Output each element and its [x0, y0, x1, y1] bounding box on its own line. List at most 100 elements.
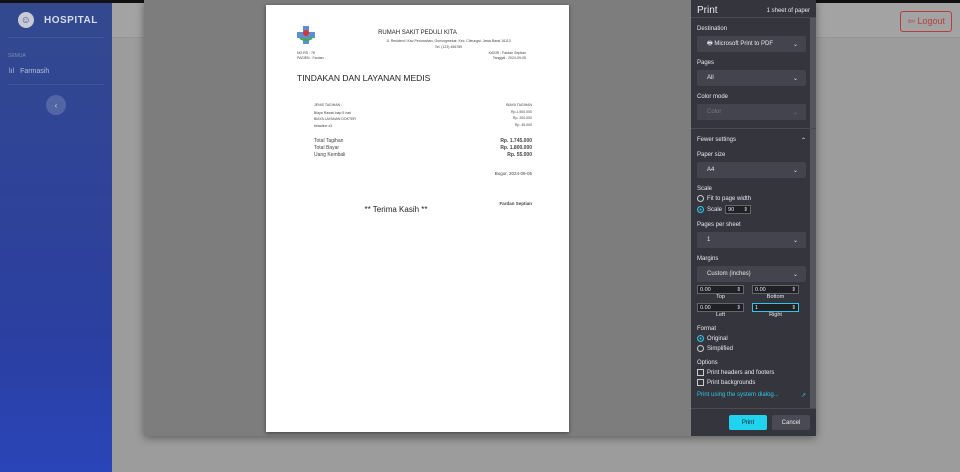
margin-value: 0.00 [700, 304, 711, 311]
receipt-title: TINDAKAN DAN LAYANAN MEDIS [297, 73, 431, 83]
radio-icon [697, 335, 704, 342]
kasir: KASIR : Fardan Septian [488, 51, 526, 55]
destination-label: Destination [697, 26, 728, 32]
system-dialog-label: Print using the system dialog... [697, 392, 779, 398]
options-label: Options [697, 360, 718, 366]
chart-icon: lıl [9, 68, 15, 75]
margin-right-input[interactable]: 1 ⇕ [752, 303, 799, 312]
brand: ☺ HOSPITAL [0, 3, 112, 28]
fit-to-width-radio[interactable]: Fit to page width [697, 195, 806, 202]
margin-left-input[interactable]: 0.00 ⇕ [697, 303, 744, 312]
margins-select[interactable]: Custom (inches) ⌄ [697, 266, 806, 282]
destination-select[interactable]: 🖶 Microsoft Print to PDF ⌄ [697, 36, 806, 52]
item-cost: Rp. 200.000 [512, 116, 532, 120]
item-name: BIAYA LAYANAN DOKTER [314, 117, 356, 121]
color-select[interactable]: Color ⌄ [697, 104, 806, 120]
print-settings-panel: Print 1 sheet of paper Destination 🖶 Micr… [691, 0, 816, 436]
stepper-icon: ⇕ [736, 304, 741, 311]
pages-value: All [707, 75, 714, 81]
brand-name: HOSPITAL [44, 14, 98, 26]
margin-right-label: Right [769, 312, 782, 318]
margin-value: 0.00 [755, 286, 766, 293]
logout-button[interactable]: ⇦ Logout [900, 11, 952, 32]
fit-label: Fit to page width [707, 195, 752, 202]
margin-top-label: Top [716, 294, 725, 300]
pages-label: Pages [697, 60, 715, 66]
stepper-icon: ⇕ [743, 206, 749, 213]
total-value: Rp. 1.800.000 [500, 145, 532, 151]
margin-top-input[interactable]: 0.00 ⇕ [697, 285, 744, 294]
total-value: Rp. 1.745.000 [500, 138, 532, 144]
section-label: SEMUA [8, 53, 26, 59]
radio-icon [697, 206, 704, 213]
thanks-text: ** Terima Kasih ** [364, 205, 428, 214]
margins-value: Custom (inches) [707, 271, 751, 277]
pasien: PASIEN : Fardan [297, 56, 324, 60]
tanggal: Tanggal : 2024-09-05 [492, 56, 526, 60]
pps-value: 1 [707, 237, 711, 243]
stepper-icon: ⇕ [791, 304, 796, 311]
print-button[interactable]: Print [729, 415, 767, 430]
fewer-settings-toggle[interactable]: Fewer settings ⌃ [697, 137, 806, 144]
sidebar-item-farmasih[interactable]: lıl Farmasih [0, 59, 112, 75]
cancel-button[interactable]: Cancel [772, 415, 810, 430]
paper-size-label: Paper size [697, 152, 726, 158]
color-label: Color mode [697, 94, 729, 100]
margin-value: 1 [755, 304, 759, 311]
stepper-icon: ⇕ [791, 286, 796, 293]
margin-left-label: Left [715, 312, 726, 318]
chevron-down-icon: ⌄ [792, 237, 798, 244]
stepper-icon: ⇕ [736, 286, 741, 293]
margin-value: 0.00 [700, 286, 711, 293]
radio-icon [697, 195, 704, 202]
total-label: Uang Kembali [314, 152, 346, 158]
chevron-down-icon: ⌄ [792, 271, 798, 278]
item-name: betadine x3 [314, 124, 333, 128]
no-rs: NO.RS : 78 [297, 51, 315, 55]
item-cost: Rp.1.500.000 [510, 110, 532, 114]
backgrounds-checkbox[interactable]: Print backgrounds [697, 379, 806, 386]
hospital-address: Jl. Resident I Kav Perumahan, Gunungmeka… [386, 39, 511, 43]
scale-radio[interactable]: Scale 90 ⇕ [697, 205, 806, 214]
logout-icon: ⇦ [907, 16, 918, 26]
scale-input[interactable]: 90 ⇕ [725, 205, 752, 214]
simplified-radio[interactable]: Simplified [697, 345, 806, 352]
paper-value: A4 [707, 167, 715, 173]
collapse-sidebar-button[interactable]: ‹ [46, 95, 66, 115]
pages-per-sheet-label: Pages per sheet [697, 222, 741, 228]
item-name: Biaya Rawat Inap 5 hari [314, 111, 352, 115]
chevron-down-icon: ⌄ [792, 109, 798, 116]
col-right-header: BIAYA TAGIHAN [506, 103, 532, 107]
pages-select[interactable]: All ⌄ [697, 70, 806, 86]
pages-per-sheet-select[interactable]: 1 ⌄ [697, 232, 806, 248]
sheet-count: 1 sheet of paper [766, 7, 810, 14]
destination-value: Microsoft Print to PDF [714, 41, 774, 47]
original-label: Original [707, 335, 728, 342]
item-cost: Rp. 45.000 [514, 123, 532, 127]
format-label: Format [697, 326, 717, 332]
margin-bottom-label: Bottom [766, 294, 785, 300]
scale-value: 90 [728, 206, 735, 213]
hospital-phone: Tel. (123) 456789 [434, 45, 463, 49]
color-value: Color [707, 109, 722, 115]
sidebar: ☺ HOSPITAL SEMUA lıl Farmasih ‹ [0, 3, 112, 472]
place-date: Bogor, 2024-09-05 [494, 171, 532, 176]
print-dialog: RUMAH SAKIT PEDULI KITA Jl. Resident I K… [144, 0, 816, 436]
fewer-label: Fewer settings [697, 137, 737, 143]
original-radio[interactable]: Original [697, 335, 806, 342]
print-preview-page: RUMAH SAKIT PEDULI KITA Jl. Resident I K… [266, 5, 569, 432]
margin-bottom-input[interactable]: 0.00 ⇕ [752, 285, 799, 294]
chevron-up-icon: ⌃ [800, 138, 806, 144]
checkbox-icon [697, 379, 704, 386]
total-value: Rp. 55.000 [507, 152, 532, 158]
paper-size-select[interactable]: A4 ⌄ [697, 162, 806, 178]
external-link-icon: ↗ [800, 393, 806, 399]
hospital-name: RUMAH SAKIT PEDULI KITA [378, 30, 457, 36]
system-dialog-link[interactable]: Print using the system dialog... ↗ [697, 392, 806, 399]
scale-label: Scale [697, 186, 713, 192]
nav-label: Farmasih [20, 68, 50, 75]
headers-footers-checkbox[interactable]: Print headers and footers [697, 369, 806, 376]
headers-label: Print headers and footers [707, 369, 775, 376]
divider [8, 37, 104, 38]
chevron-down-icon: ⌄ [792, 167, 798, 174]
